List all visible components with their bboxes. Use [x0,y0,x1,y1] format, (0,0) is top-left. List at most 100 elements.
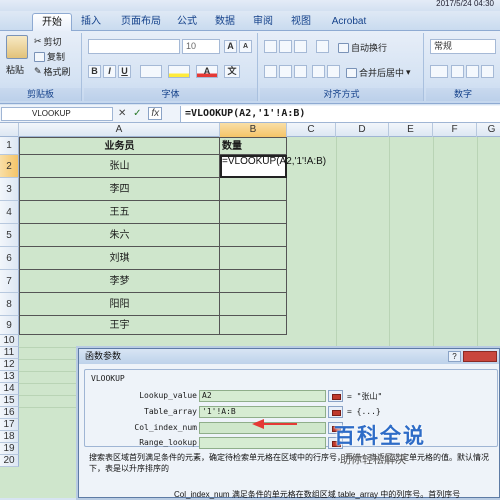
insert-function-icon[interactable]: fx [148,107,163,120]
align-left-icon[interactable] [264,65,277,78]
formula-input[interactable]: =VLOOKUP(A2,'1'!A:B) [180,106,500,122]
italic-button[interactable]: I [103,65,116,78]
shrink-font-button[interactable]: A [239,40,252,53]
font-size-combo[interactable]: 10 [182,39,220,54]
font-name-combo[interactable] [88,39,180,54]
help-button[interactable]: ? [448,351,461,362]
cell-b4[interactable] [220,201,287,224]
row-header-3[interactable]: 3 [0,178,19,201]
row-header-17[interactable]: 17 [0,419,19,431]
row-header-8[interactable]: 8 [0,293,19,316]
increase-indent-icon[interactable] [327,65,340,78]
cell-b8[interactable] [220,293,287,316]
align-right-icon[interactable] [294,65,307,78]
tab-page-layout[interactable]: 页面布局 [114,13,168,31]
phonetic-button[interactable]: 文 [224,65,240,78]
column-header-e[interactable]: E [389,123,433,137]
column-header-c[interactable]: C [287,123,336,137]
row-header-9[interactable]: 9 [0,316,19,335]
cell-a1[interactable]: 业务员 [19,137,220,155]
row-header-12[interactable]: 12 [0,359,19,371]
fill-color-button[interactable] [168,65,190,78]
row-header-2[interactable]: 2 [0,155,19,178]
cell-a3[interactable]: 李四 [19,178,220,201]
close-button[interactable] [463,351,497,362]
row-header-14[interactable]: 14 [0,383,19,395]
collapse-dialog-icon[interactable] [328,390,343,402]
column-header-f[interactable]: F [433,123,477,137]
tab-review[interactable]: 审阅 [248,13,278,31]
row-header-13[interactable]: 13 [0,371,19,383]
cell-b7[interactable] [220,270,287,293]
tab-insert[interactable]: 插入 [76,13,106,31]
cell-b5[interactable] [220,224,287,247]
cell-a7[interactable]: 李梦 [19,270,220,293]
row-header-5[interactable]: 5 [0,224,19,247]
row-header-10[interactable]: 10 [0,335,19,347]
watermark: 百科全说 助你轻松解决 [334,420,460,472]
comma-icon[interactable] [466,65,479,78]
percent-icon[interactable] [451,65,464,78]
tab-formulas[interactable]: 公式 [172,13,202,31]
tab-data[interactable]: 数据 [210,13,240,31]
row-header-18[interactable]: 18 [0,431,19,443]
row-header-11[interactable]: 11 [0,347,19,359]
window-title: 2017/5/24 04:30 [436,0,494,8]
merge-center-button[interactable]: 合并后居中 ▾ [346,66,411,79]
cell-a4[interactable]: 王五 [19,201,220,224]
row-header-20[interactable]: 20 [0,455,19,467]
decimal-icon[interactable] [481,65,494,78]
row-header-19[interactable]: 19 [0,443,19,455]
collapse-dialog-icon[interactable] [328,406,343,418]
name-box[interactable]: VLOOKUP [1,107,113,121]
row-header-6[interactable]: 6 [0,247,19,270]
cell-a9[interactable]: 王宇 [19,316,220,335]
wrap-text-button[interactable]: 自动换行 [338,41,387,54]
row-header-1[interactable]: 1 [0,137,19,155]
row-header-15[interactable]: 15 [0,395,19,407]
column-header-g[interactable]: G [477,123,500,137]
currency-icon[interactable] [430,65,448,78]
paste-icon[interactable] [6,35,28,59]
tab-acrobat[interactable]: Acrobat [326,13,372,31]
lookup-value-input[interactable]: A2 [199,390,326,402]
cell-a6[interactable]: 刘琪 [19,247,220,270]
range-lookup-label: Range_lookup [139,438,197,447]
copy-button[interactable]: 复制 [34,50,65,63]
select-all-corner[interactable] [0,123,19,137]
cell-b9[interactable] [220,316,287,335]
align-center-icon[interactable] [279,65,292,78]
column-header-d[interactable]: D [336,123,389,137]
cell-a5[interactable]: 朱六 [19,224,220,247]
font-color-button[interactable]: A [196,65,218,78]
cancel-icon[interactable]: ✕ [118,108,126,119]
align-middle-icon[interactable] [279,40,292,53]
cut-button[interactable]: ✂ 剪切 [34,35,62,48]
align-bottom-icon[interactable] [294,40,307,53]
cell-b3[interactable] [220,178,287,201]
align-top-icon[interactable] [264,40,277,53]
number-format-combo[interactable]: 常规 [430,39,496,54]
format-painter-button[interactable]: ✎ 格式刷 [34,65,71,78]
range-lookup-input[interactable] [199,437,326,449]
tab-home[interactable]: 开始 [32,13,72,31]
table-array-input[interactable]: '1'!A:B [199,406,326,418]
cell-b6[interactable] [220,247,287,270]
decrease-indent-icon[interactable] [312,65,325,78]
bold-button[interactable]: B [88,65,101,78]
cell-a2[interactable]: 张山 [19,155,220,178]
row-header-16[interactable]: 16 [0,407,19,419]
underline-button[interactable]: U [118,65,131,78]
orientation-icon[interactable] [316,40,329,53]
row-header-7[interactable]: 7 [0,270,19,293]
border-button[interactable] [140,65,162,78]
grow-font-button[interactable]: A [224,40,237,53]
cell-b1[interactable]: 数量 [220,137,287,155]
column-header-a[interactable]: A [19,123,220,137]
paste-button[interactable]: 粘贴 [6,63,24,76]
column-header-b[interactable]: B [220,123,287,137]
row-header-4[interactable]: 4 [0,201,19,224]
tab-view[interactable]: 视图 [286,13,316,31]
cell-a8[interactable]: 阳阳 [19,293,220,316]
enter-icon[interactable]: ✓ [133,108,141,119]
